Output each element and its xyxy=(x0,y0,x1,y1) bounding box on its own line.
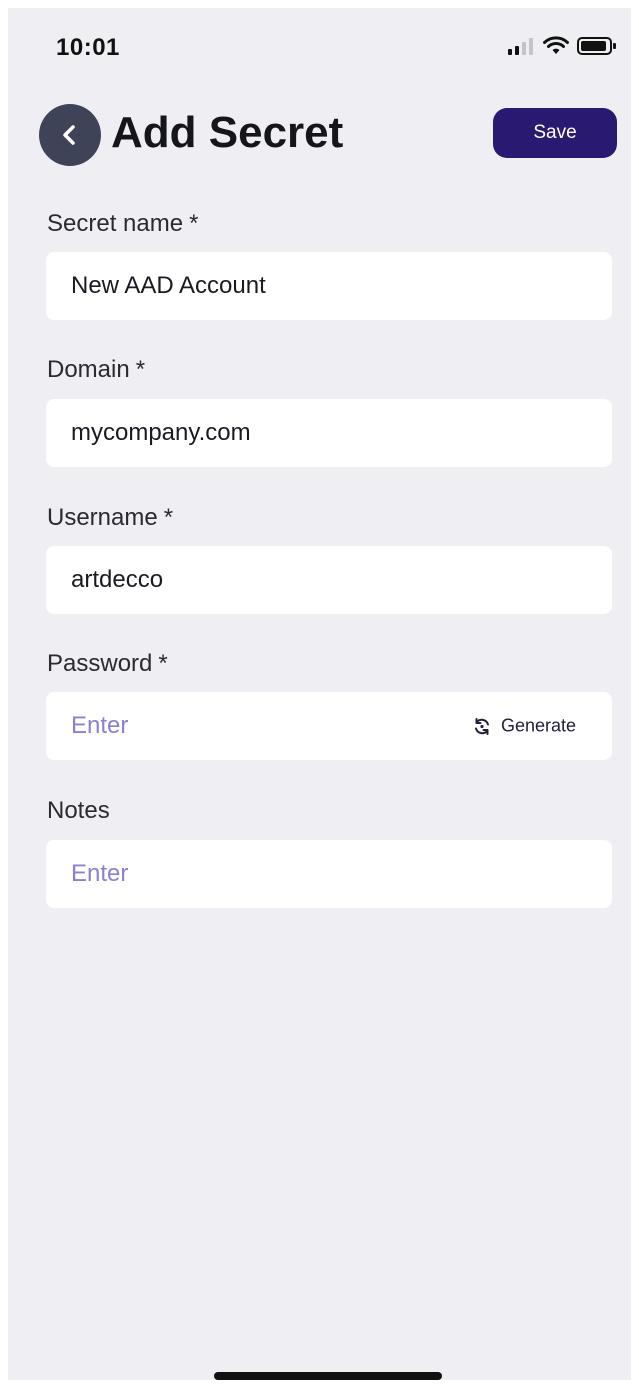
username-field[interactable]: artdecco xyxy=(46,546,612,614)
secret-name-value: New AAD Account xyxy=(71,272,266,299)
password-field[interactable]: Enter Generate xyxy=(46,692,612,760)
refresh-icon xyxy=(474,717,489,735)
notes-placeholder: Enter xyxy=(71,860,129,887)
home-indicator[interactable] xyxy=(214,1372,442,1380)
status-time: 10:01 xyxy=(56,34,120,61)
page-title: Add Secret xyxy=(111,108,344,157)
secret-name-field[interactable]: New AAD Account xyxy=(46,252,612,320)
wifi-icon xyxy=(543,36,569,54)
domain-label: Domain * xyxy=(47,356,145,384)
username-value: artdecco xyxy=(71,566,164,593)
required-mark: * xyxy=(135,356,146,383)
status-icons xyxy=(507,36,617,56)
generate-label: Generate xyxy=(500,715,576,736)
password-placeholder: Enter xyxy=(71,712,129,739)
required-mark: * xyxy=(158,650,168,677)
cellular-signal-icon xyxy=(508,38,533,55)
secret-name-label: Secret name * xyxy=(47,210,198,238)
notes-label: Notes xyxy=(47,797,110,825)
domain-value: mycompany.com xyxy=(71,419,251,446)
save-button[interactable]: Save xyxy=(493,108,617,158)
chevron-left-icon xyxy=(63,125,75,145)
add-secret-screen: 10:01 Add Secret Save Secret name * New A… xyxy=(8,8,631,1380)
username-label-text: Username xyxy=(47,504,158,531)
notes-field[interactable]: Enter xyxy=(46,840,612,908)
password-label-text: Password xyxy=(47,650,153,677)
password-label: Password * xyxy=(47,650,168,678)
required-mark: * xyxy=(163,504,174,531)
required-mark: * xyxy=(189,210,199,237)
battery-icon xyxy=(577,37,616,55)
username-label: Username * xyxy=(47,504,173,532)
domain-label-text: Domain xyxy=(47,356,130,383)
back-button[interactable] xyxy=(39,104,101,166)
notes-label-text: Notes xyxy=(47,797,110,824)
secret-name-label-text: Secret name xyxy=(47,210,184,237)
generate-password-button[interactable]: Generate xyxy=(472,716,576,737)
domain-field[interactable]: mycompany.com xyxy=(46,399,612,467)
